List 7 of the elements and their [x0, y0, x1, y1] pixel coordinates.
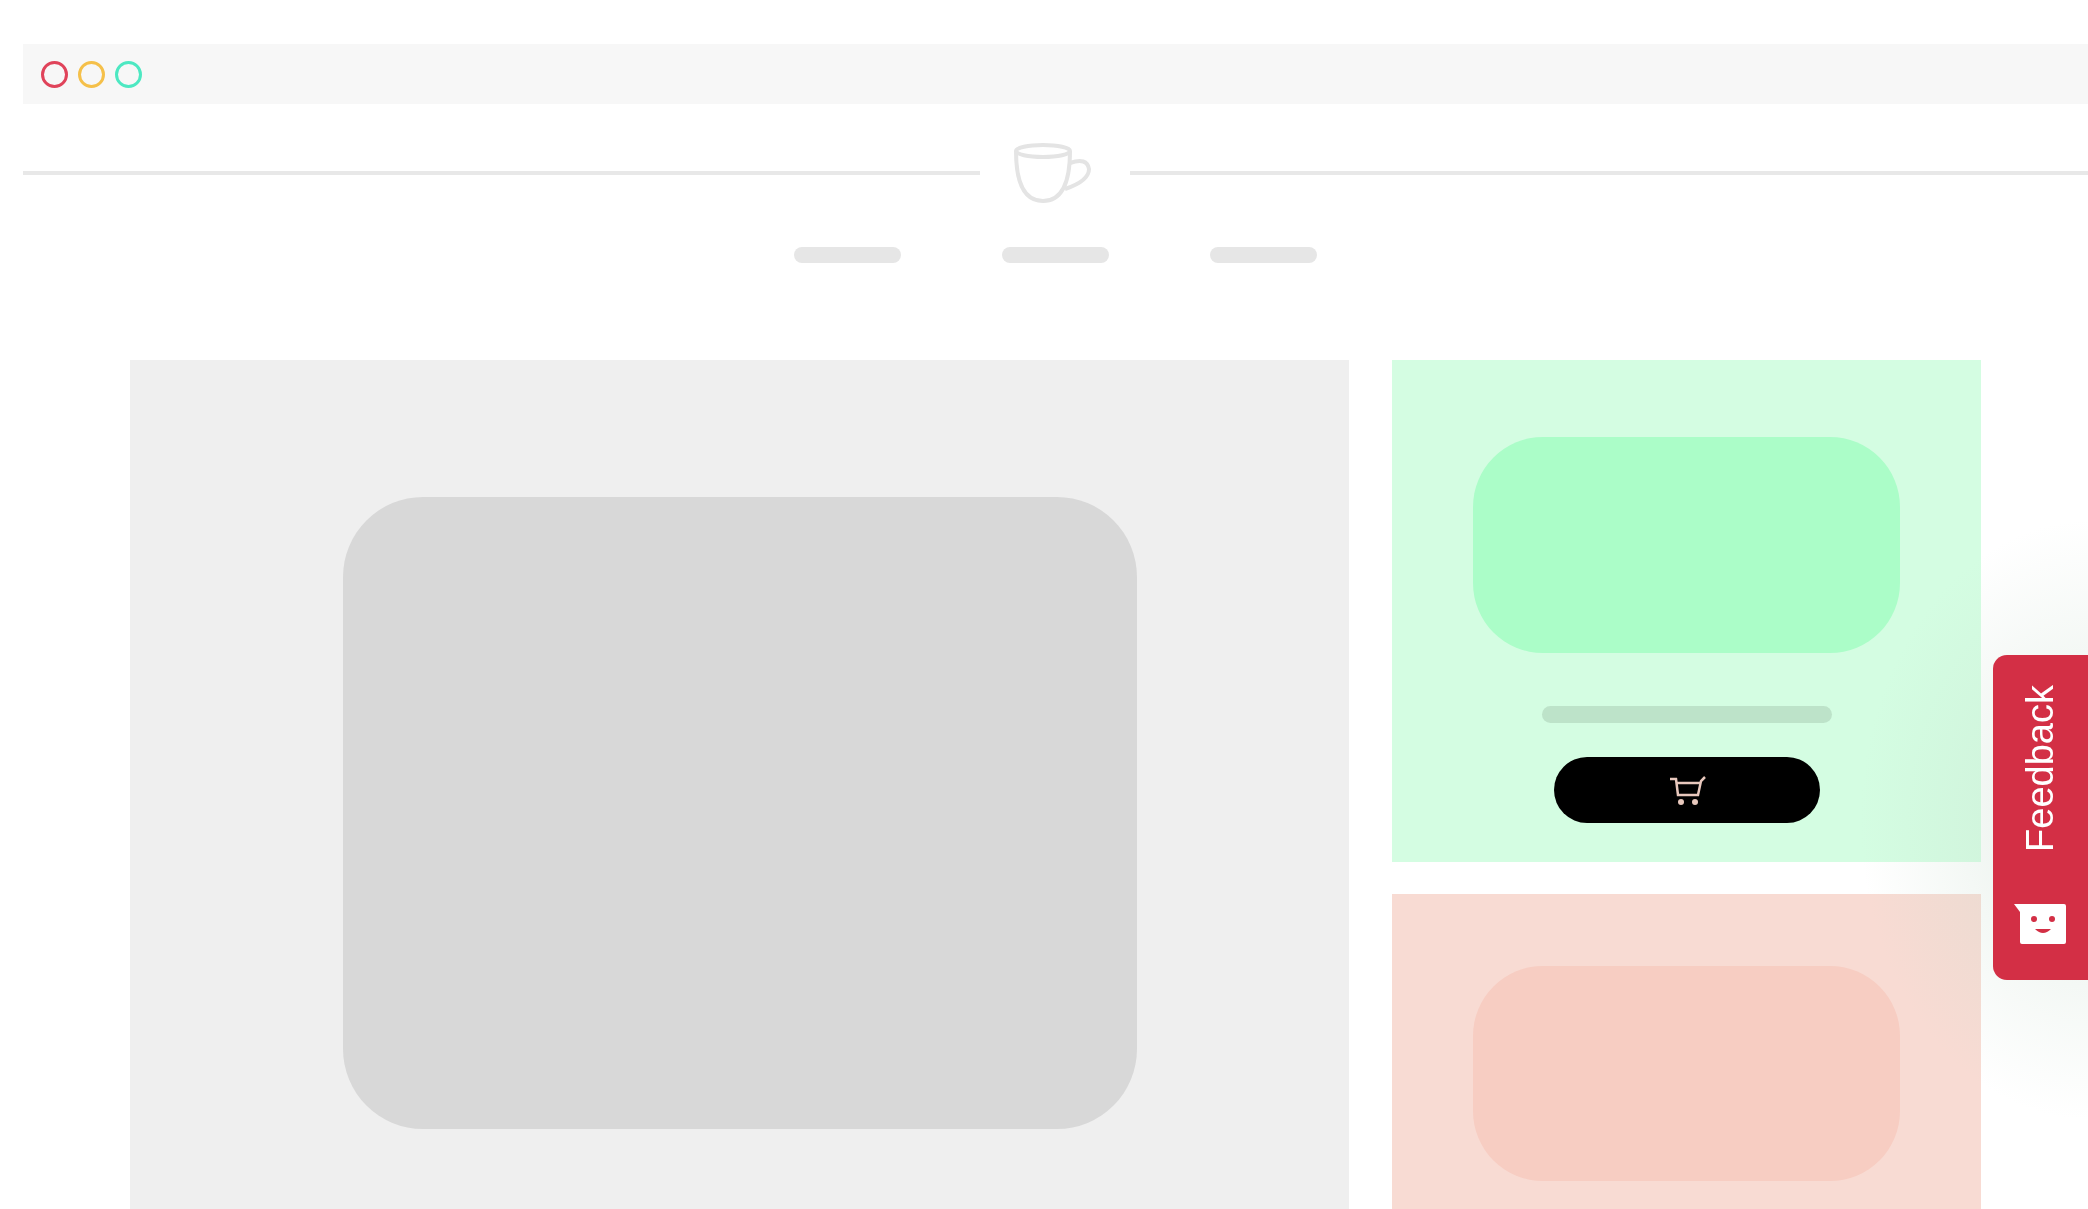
nav-placeholder[interactable] [1210, 247, 1317, 263]
window-control[interactable] [41, 60, 68, 88]
nav-placeholder[interactable] [794, 247, 901, 263]
feedback-tab[interactable]: Feedback [1993, 655, 2088, 980]
nav-placeholder[interactable] [1002, 247, 1109, 263]
smiley-chat-icon [2013, 902, 2068, 946]
window-control[interactable] [78, 60, 105, 88]
